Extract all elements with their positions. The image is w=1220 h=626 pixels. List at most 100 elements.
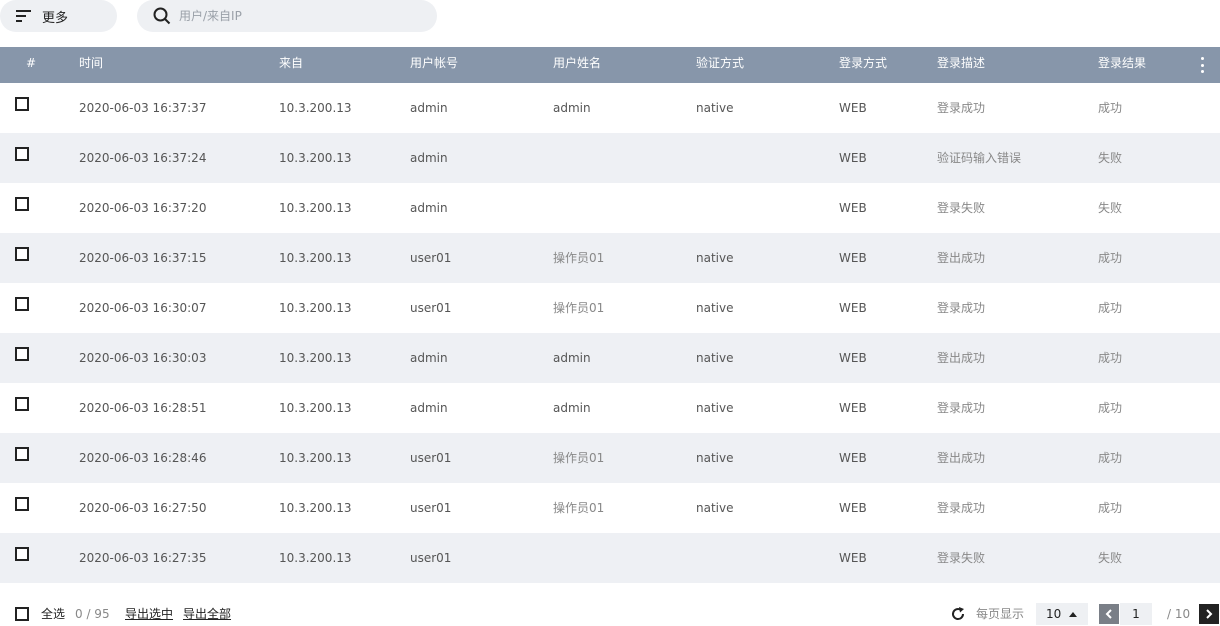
current-page-value: 1 xyxy=(1132,607,1140,621)
cell-account: admin xyxy=(410,401,448,415)
cell-from: 10.3.200.13 xyxy=(279,201,352,215)
cell-login-method: WEB xyxy=(839,201,867,215)
cell-account: admin xyxy=(410,201,448,215)
cell-time: 2020-06-03 16:37:37 xyxy=(79,101,207,115)
cell-from: 10.3.200.13 xyxy=(279,301,352,315)
table-row[interactable]: 2020-06-03 16:37:37 10.3.200.13 admin admin… xyxy=(0,83,1220,133)
table-row[interactable]: 2020-06-03 16:37:24 10.3.200.13 admin WEB 验证… xyxy=(0,133,1220,183)
select-all-checkbox[interactable] xyxy=(15,607,29,621)
cell-login-description: 登出成功 xyxy=(937,351,986,365)
cell-auth-method: native xyxy=(696,451,734,465)
cell-auth-method: native xyxy=(696,251,734,265)
row-checkbox[interactable] xyxy=(15,97,29,111)
per-page-label: 每页显示 xyxy=(976,607,1025,621)
per-page-select[interactable]: 10 xyxy=(1036,603,1088,625)
column-header-from[interactable]: 来自 xyxy=(279,47,303,83)
export-all-link[interactable]: 导出全部 xyxy=(183,606,231,622)
cell-from: 10.3.200.13 xyxy=(279,401,352,415)
export-selected-link[interactable]: 导出选中 xyxy=(125,606,173,622)
selection-count: 0 / 95 xyxy=(75,607,110,621)
cell-login-result: 失败 xyxy=(1098,151,1123,165)
row-checkbox[interactable] xyxy=(15,447,29,461)
row-checkbox[interactable] xyxy=(15,197,29,211)
cell-user-name: 操作员01 xyxy=(553,501,605,515)
cell-login-description: 登录成功 xyxy=(937,301,986,315)
more-filter-button[interactable]: 更多 xyxy=(0,0,117,32)
cell-user-name: 操作员01 xyxy=(553,451,605,465)
next-page-button[interactable] xyxy=(1199,604,1219,624)
row-checkbox[interactable] xyxy=(15,147,29,161)
cell-time: 2020-06-03 16:27:50 xyxy=(79,501,207,515)
chevron-left-icon xyxy=(1105,609,1112,619)
vertical-ellipsis-icon[interactable] xyxy=(1196,55,1208,75)
per-page-value: 10 xyxy=(1046,607,1062,621)
cell-time: 2020-06-03 16:37:20 xyxy=(79,201,207,215)
column-header-login-result[interactable]: 登录结果 xyxy=(1098,47,1146,83)
table-row[interactable]: 2020-06-03 16:28:51 10.3.200.13 admin admin… xyxy=(0,383,1220,433)
cell-login-description: 验证码输入错误 xyxy=(937,151,1022,165)
cell-login-result: 失败 xyxy=(1098,551,1123,565)
cell-login-result: 失败 xyxy=(1098,201,1123,215)
cell-login-result: 成功 xyxy=(1098,451,1123,465)
cell-from: 10.3.200.13 xyxy=(279,501,352,515)
cell-account: admin xyxy=(410,351,448,365)
row-checkbox[interactable] xyxy=(15,247,29,261)
row-checkbox[interactable] xyxy=(15,297,29,311)
cell-time: 2020-06-03 16:37:15 xyxy=(79,251,207,265)
cell-from: 10.3.200.13 xyxy=(279,101,352,115)
cell-login-method: WEB xyxy=(839,101,867,115)
cell-account: user01 xyxy=(410,451,452,465)
filter-lines-icon xyxy=(16,10,31,22)
cell-time: 2020-06-03 16:30:03 xyxy=(79,351,207,365)
previous-page-button[interactable] xyxy=(1099,604,1119,624)
table-row[interactable]: 2020-06-03 16:27:35 10.3.200.13 user01 WEB 登… xyxy=(0,533,1220,583)
row-checkbox[interactable] xyxy=(15,547,29,561)
cell-login-result: 成功 xyxy=(1098,301,1123,315)
refresh-icon[interactable] xyxy=(950,606,966,622)
cell-time: 2020-06-03 16:28:46 xyxy=(79,451,207,465)
column-header-user-name[interactable]: 用户姓名 xyxy=(553,47,601,83)
search-input[interactable] xyxy=(179,9,419,23)
table-body: 2020-06-03 16:37:37 10.3.200.13 admin admin… xyxy=(0,83,1220,583)
column-header-time[interactable]: 时间 xyxy=(79,47,103,83)
cell-from: 10.3.200.13 xyxy=(279,151,352,165)
current-page-input[interactable]: 1 xyxy=(1120,603,1152,625)
cell-auth-method: native xyxy=(696,401,734,415)
cell-account: user01 xyxy=(410,551,452,565)
cell-login-description: 登录成功 xyxy=(937,401,986,415)
table-row[interactable]: 2020-06-03 16:30:07 10.3.200.13 user01 操作员0… xyxy=(0,283,1220,333)
cell-login-method: WEB xyxy=(839,251,867,265)
cell-from: 10.3.200.13 xyxy=(279,451,352,465)
cell-user-name: 操作员01 xyxy=(553,301,605,315)
cell-login-description: 登录成功 xyxy=(937,501,986,515)
cell-login-result: 成功 xyxy=(1098,501,1123,515)
column-header-login-description[interactable]: 登录描述 xyxy=(937,47,985,83)
table-row[interactable]: 2020-06-03 16:28:46 10.3.200.13 user01 操作员0… xyxy=(0,433,1220,483)
cell-login-result: 成功 xyxy=(1098,101,1123,115)
row-checkbox[interactable] xyxy=(15,497,29,511)
table-row[interactable]: 2020-06-03 16:30:03 10.3.200.13 admin admin… xyxy=(0,333,1220,383)
chevron-right-icon xyxy=(1206,609,1213,619)
table-row[interactable]: 2020-06-03 16:37:15 10.3.200.13 user01 操作员0… xyxy=(0,233,1220,283)
cell-login-result: 成功 xyxy=(1098,401,1123,415)
toolbar: 更多 xyxy=(0,0,1220,47)
cell-from: 10.3.200.13 xyxy=(279,251,352,265)
column-header-index: # xyxy=(26,56,37,70)
column-header-login-method[interactable]: 登录方式 xyxy=(839,47,887,83)
cell-auth-method: native xyxy=(696,351,734,365)
row-checkbox[interactable] xyxy=(15,347,29,361)
row-checkbox[interactable] xyxy=(15,397,29,411)
column-header-account[interactable]: 用户帐号 xyxy=(410,47,458,83)
column-header-auth-method[interactable]: 验证方式 xyxy=(696,47,744,83)
cell-account: user01 xyxy=(410,301,452,315)
cell-login-result: 成功 xyxy=(1098,251,1123,265)
cell-user-name: admin xyxy=(553,101,591,115)
cell-from: 10.3.200.13 xyxy=(279,351,352,365)
table-row[interactable]: 2020-06-03 16:27:50 10.3.200.13 user01 操作员0… xyxy=(0,483,1220,533)
cell-login-description: 登录失败 xyxy=(937,201,986,215)
cell-time: 2020-06-03 16:28:51 xyxy=(79,401,207,415)
cell-user-name: 操作员01 xyxy=(553,251,605,265)
table-row[interactable]: 2020-06-03 16:37:20 10.3.200.13 admin WEB 登录… xyxy=(0,183,1220,233)
caret-up-icon xyxy=(1069,611,1078,617)
cell-account: admin xyxy=(410,101,448,115)
